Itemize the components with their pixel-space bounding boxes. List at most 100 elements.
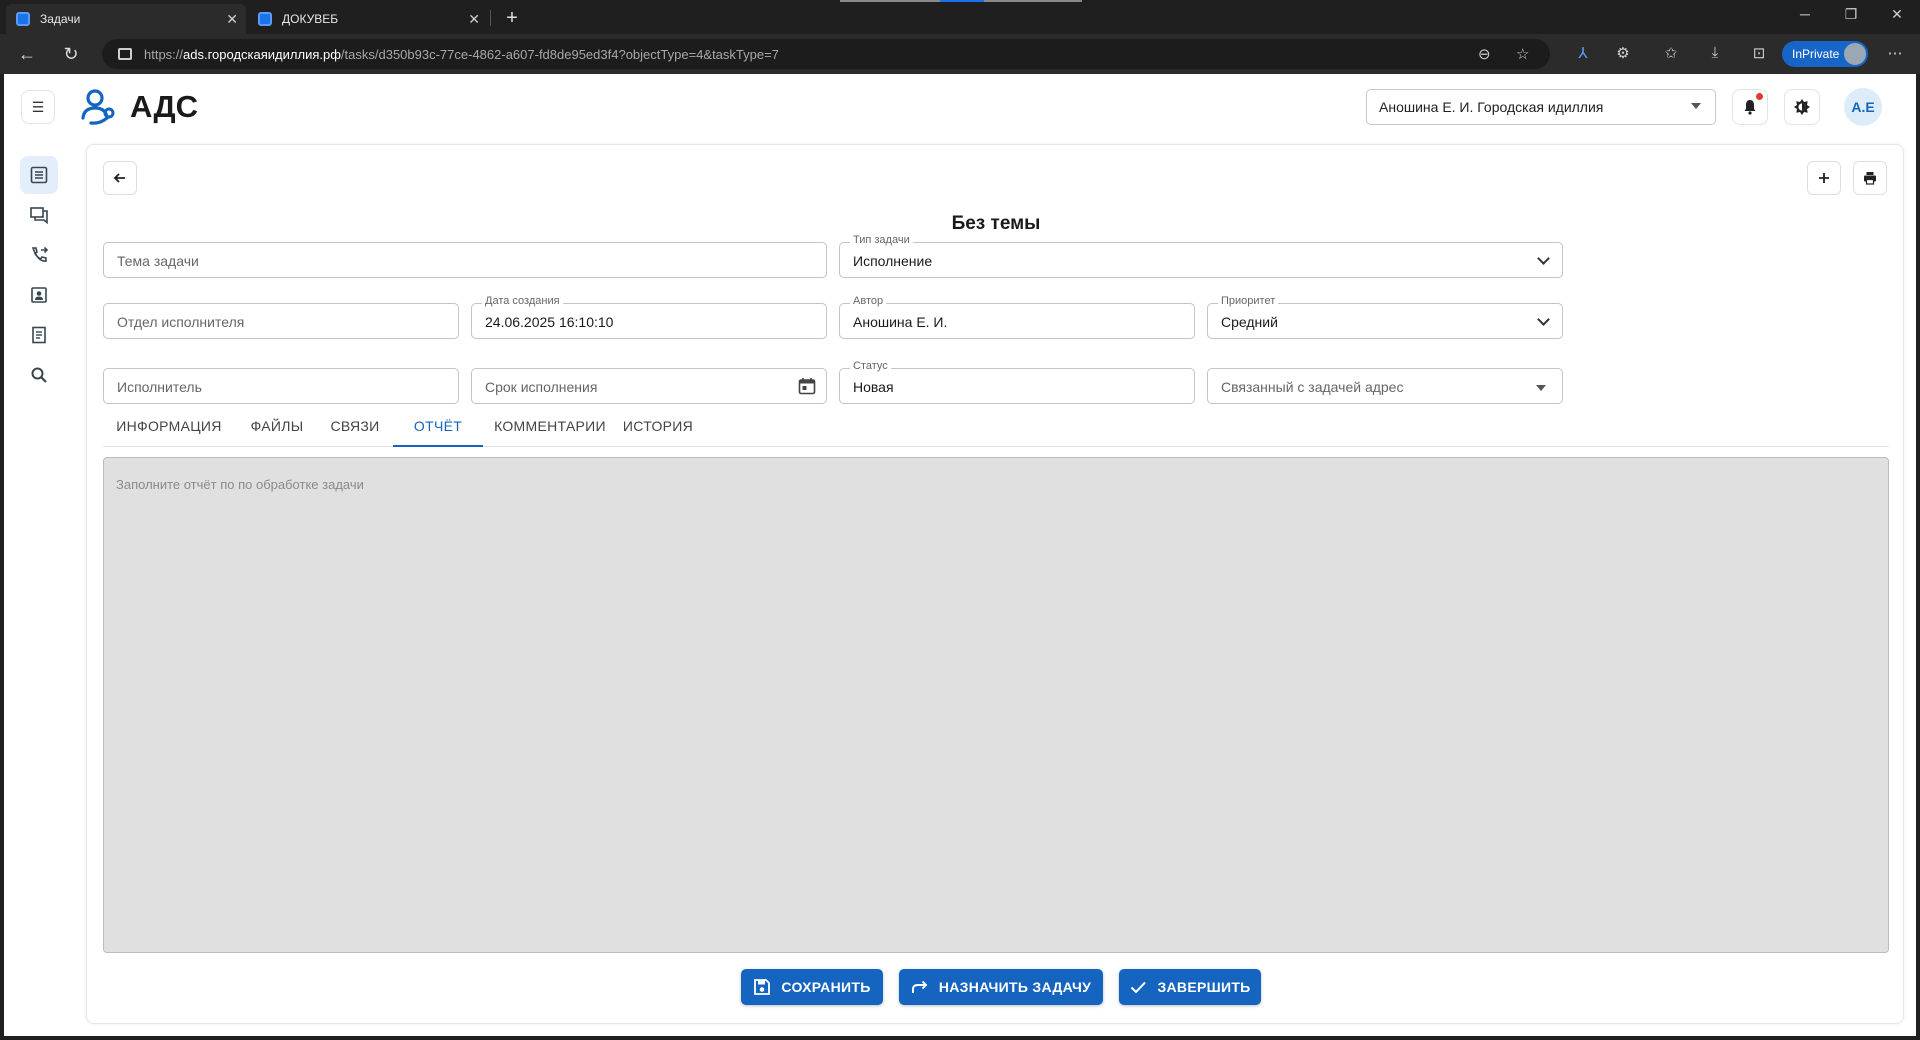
user-avatar[interactable]: А.Е [1844,88,1882,126]
sidebar-item-calls[interactable] [20,236,58,274]
restore-icon[interactable]: ❐ [1828,6,1874,23]
app-window: ☰ АДС Аношина Е. И. Городская идиллия А.… [4,74,1916,1036]
refresh-icon[interactable]: ↻ [58,42,84,66]
notifications-button[interactable] [1732,89,1768,125]
chevron-down-icon [1537,313,1550,326]
forward-arrow-icon [911,980,928,993]
close-tab-icon[interactable]: ✕ [226,11,238,28]
extension-icon[interactable]: ⅄ [1572,44,1594,62]
back-button[interactable] [103,161,137,195]
reading-mode-icon[interactable]: ⊖ [1478,45,1491,63]
chevron-down-icon [1537,252,1550,265]
sidebar-item-tasks[interactable] [20,156,58,194]
document-icon [32,326,46,344]
lock-icon [118,48,132,60]
close-window-icon[interactable]: ✕ [1874,6,1920,23]
tab-title: Задачи [40,12,81,26]
deadline-field[interactable]: Срок исполнения [471,368,827,404]
tab-information[interactable]: ИНФОРМАЦИЯ [103,409,235,447]
tab-separator [490,10,491,26]
assign-task-button[interactable]: НАЗНАЧИТЬ ЗАДАЧУ [899,969,1103,1005]
address-bar[interactable]: https://ads.городскаяидиллия.рф/tasks/d3… [102,39,1550,69]
priority-label: Приоритет [1218,295,1279,307]
inprivate-label: InPrivate [1792,47,1840,61]
menu-icon[interactable]: ☰ [21,90,55,124]
status-label: Статус [850,360,891,372]
organization-select[interactable]: Аношина Е. И. Городская идиллия [1366,89,1716,125]
report-placeholder: Заполните отчёт по по обработке задачи [116,477,364,492]
task-card: Без темы Тема задачи Тип задачи Исполнен… [86,144,1904,1024]
task-list-icon [30,166,48,184]
save-button[interactable]: СОХРАНИТЬ [741,969,883,1005]
tab-favicon-icon [16,12,30,26]
browser-tab-tasks[interactable]: Задачи ✕ [6,4,246,34]
status-field[interactable]: Статус Новая [839,360,1195,404]
author-field[interactable]: Автор Аношина Е. И. [839,295,1195,339]
chevron-down-icon [1691,103,1701,109]
tab-comments[interactable]: КОММЕНТАРИИ [483,409,617,447]
notification-badge [1756,93,1763,100]
tab-history[interactable]: ИСТОРИЯ [617,409,699,447]
save-label: СОХРАНИТЬ [781,979,871,995]
favorite-star-icon[interactable]: ☆ [1516,45,1529,63]
sidebar-item-contacts[interactable] [20,276,58,314]
logo-icon [81,89,115,125]
tab-report[interactable]: ОТЧЁТ [393,409,483,447]
printer-icon [1864,172,1876,185]
task-type-label: Тип задачи [850,234,913,246]
sidebar-item-search[interactable] [20,356,58,394]
theme-toggle-button[interactable] [1784,89,1820,125]
close-tab-icon[interactable]: ✕ [468,11,480,28]
tab-files[interactable]: ФАЙЛЫ [235,409,319,447]
task-tabs: ИНФОРМАЦИЯ ФАЙЛЫ СВЯЗИ ОТЧЁТ КОММЕНТАРИИ… [103,409,1889,447]
call-forward-icon [31,246,49,262]
author-value: Аношина Е. И. [853,314,948,330]
department-placeholder: Отдел исполнителя [117,314,245,330]
priority-select[interactable]: Приоритет Средний [1207,295,1563,339]
subject-field[interactable]: Тема задачи [103,242,827,278]
executor-field[interactable]: Исполнитель [103,368,459,404]
check-icon [1131,981,1147,994]
browser-tab-dokuweb[interactable]: ДОКУВЕБ ✕ [248,4,488,34]
finish-label: ЗАВЕРШИТЬ [1157,979,1251,995]
browser-toolbar: ← ↻ https://ads.городскаяидиллия.рф/task… [0,34,1920,74]
address-select[interactable]: Связанный с задачей адрес [1207,368,1563,404]
executor-placeholder: Исполнитель [117,379,202,395]
print-button[interactable] [1853,161,1887,195]
minimize-icon[interactable]: ─ [1782,6,1828,22]
report-textarea[interactable]: Заполните отчёт по по обработке задачи [103,457,1889,953]
screenshot-icon[interactable]: ⊡ [1748,44,1770,62]
new-tab-icon[interactable]: + [500,6,524,30]
priority-value: Средний [1221,314,1278,330]
calendar-icon[interactable] [798,377,816,395]
organization-select-value: Аношина Е. И. Городская идиллия [1379,99,1604,115]
sidebar-item-documents[interactable] [20,316,58,354]
plus-icon [1819,173,1829,183]
search-icon [31,367,47,383]
window-drag-indicator-end [984,0,1082,2]
task-type-select[interactable]: Тип задачи Исполнение [839,234,1563,278]
tab-title: ДОКУВЕБ [282,12,339,26]
address-placeholder: Связанный с задачей адрес [1221,379,1404,395]
bell-icon [1744,100,1756,115]
page-title: Без темы [951,213,1041,234]
chat-icon [30,207,48,225]
save-icon [754,979,771,995]
add-button[interactable] [1807,161,1841,195]
back-icon[interactable]: ← [14,42,40,66]
created-at-field[interactable]: Дата создания 24.06.2025 16:10:10 [471,295,827,339]
arrow-left-icon [113,173,125,183]
sidebar-item-chats[interactable] [20,196,58,234]
tab-favicon-icon [258,12,272,26]
tab-links[interactable]: СВЯЗИ [319,409,391,447]
url-text: https://ads.городскаяидиллия.рф/tasks/d3… [144,46,779,62]
author-label: Автор [850,295,887,307]
downloads-icon[interactable]: ⤓ [1704,44,1726,61]
more-options-icon[interactable]: ⋯ [1884,44,1906,62]
contact-card-icon [31,287,47,303]
department-field[interactable]: Отдел исполнителя [103,303,459,339]
finish-button[interactable]: ЗАВЕРШИТЬ [1119,969,1261,1005]
inprivate-badge[interactable]: InPrivate [1782,41,1868,67]
favorites-icon[interactable]: ✩ [1660,44,1682,62]
puzzle-extensions-icon[interactable]: ⚙ [1612,44,1634,62]
